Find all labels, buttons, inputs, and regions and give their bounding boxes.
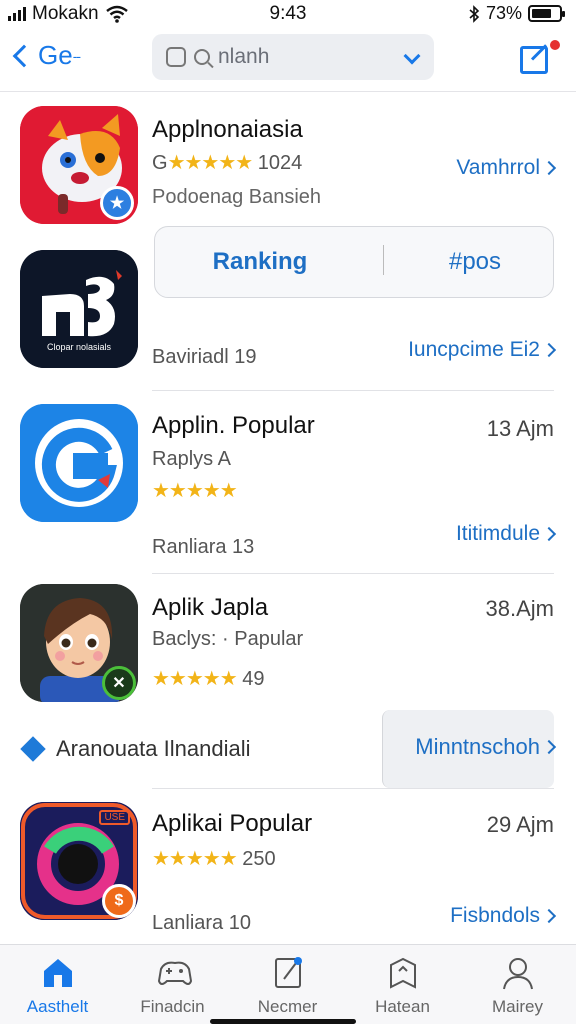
chevron-right-icon [541, 908, 557, 924]
app-icon-avatar[interactable]: ✕ [20, 584, 138, 702]
app-meta: Raplys A [152, 448, 231, 470]
banner-text: Aranouata Ilnandiali [56, 736, 251, 761]
tab-games[interactable]: Finadcin [115, 951, 230, 1021]
nav-bar: Ge ‑‑ nlanh [0, 30, 576, 92]
segment-ranking[interactable]: Ranking [165, 227, 355, 297]
action-label: Ititimdule [455, 522, 540, 545]
action-label: Iuncpcime Ei2 [408, 338, 540, 361]
app-time: 38.Ajm [485, 596, 554, 621]
app-title[interactable]: Applnonaiasia [152, 116, 303, 144]
action-label: Vamhrrol [456, 156, 540, 179]
chevron-right-icon [541, 160, 557, 176]
back-label: Ge [38, 40, 73, 70]
star-rating-icon: ★★★★★ [152, 848, 238, 870]
tab-tags[interactable]: Hatean [345, 951, 460, 1021]
banner-button-label: Minntnschoh [415, 734, 540, 759]
row-divider [152, 788, 554, 789]
chevron-left-icon [12, 44, 36, 67]
tag-icon [385, 955, 421, 991]
action-label: Fisbndols [450, 904, 540, 927]
tab-label: Mairey [491, 997, 543, 1016]
tab-bar: Aasthelt Finadcin Necmer Hatean Mairey [0, 944, 576, 1024]
rating-prefix: G [152, 152, 168, 174]
compose-button[interactable] [520, 40, 560, 76]
banner-button[interactable]: Minntnschoh [415, 734, 557, 760]
home-indicator [210, 1019, 356, 1024]
app-icon-caption: Clopar nolasials [46, 342, 112, 352]
battery-fill [532, 9, 551, 18]
notification-dot [550, 40, 560, 50]
tab-documents[interactable]: Necmer [230, 951, 345, 1021]
back-ellipsis: ‑‑ [72, 47, 81, 64]
app-subtitle: Podoenag Bansieh [152, 186, 322, 208]
search-field[interactable]: nlanh [152, 34, 434, 80]
segment-separator [383, 245, 384, 275]
rating-count: 1024 [257, 152, 303, 174]
app-bottom-text: Baviriadl 19 [152, 346, 257, 368]
dollar-badge-icon: $ [102, 884, 136, 918]
document-icon [270, 955, 306, 991]
app-icon-tag: USE [99, 810, 130, 825]
app-time: 13 Ajm [486, 416, 554, 441]
tab-home[interactable]: Aasthelt [0, 951, 115, 1021]
search-icon [194, 49, 210, 65]
search-text: nlanh [218, 45, 270, 68]
home-icon [40, 955, 76, 991]
segment-pos[interactable]: #pos [395, 227, 555, 297]
star-rating-icon: ★★★★★ [152, 480, 238, 502]
rating-count: 49 [242, 668, 265, 690]
g-logo-icon [20, 404, 138, 522]
chevron-down-icon[interactable] [403, 47, 421, 65]
app-icon-ring[interactable]: USE $ [20, 802, 138, 920]
app-bottom-text: Lanliara 10 [152, 912, 251, 934]
chevron-right-icon [541, 526, 557, 542]
app-action-link[interactable]: Ititimdule [455, 522, 557, 546]
app-action-link[interactable]: Iuncpcime Ei2 [408, 338, 557, 362]
status-right: 73% [468, 3, 565, 24]
row-divider [152, 573, 554, 574]
app-action-link[interactable]: Fisbndols [450, 904, 557, 928]
diamond-icon [20, 736, 46, 762]
battery-icon [528, 5, 565, 22]
app-icon-g[interactable] [20, 404, 138, 522]
star-rating-icon: ★★★★★ [152, 668, 238, 690]
star-badge-icon: ★ [100, 186, 134, 220]
chevron-right-icon [541, 342, 557, 358]
person-icon [500, 955, 536, 991]
star-rating-icon: ★★★★★ [167, 152, 254, 174]
gamepad-icon [155, 955, 192, 991]
promo-banner: Aranouata Ilnandiali Minntnschoh [0, 710, 576, 788]
status-bar: Mokakn 9:43 73% [0, 0, 576, 28]
app-time: 29 Ajm [486, 812, 554, 837]
app-meta: Baclys: · Papular [152, 628, 304, 650]
app-title[interactable]: Applin. Popular [152, 412, 315, 440]
app-icon-logo[interactable]: Clopar nolasials [20, 250, 138, 368]
bluetooth-icon [469, 4, 480, 23]
app-action-link[interactable]: Vamhrrol [456, 156, 557, 180]
rating-count: 250 [242, 848, 276, 870]
app-icon-cat[interactable]: ★ [20, 106, 138, 224]
app-bottom-text: Ranliara 13 [152, 536, 255, 558]
app-rating: ★★★★★ [152, 478, 238, 503]
row-divider [152, 390, 554, 391]
back-button[interactable]: Ge ‑‑ [10, 40, 81, 71]
chevron-right-icon [541, 739, 557, 755]
battery-percent: 73% [485, 3, 522, 23]
tab-label: Finadcin [140, 997, 205, 1016]
app-icon [166, 47, 186, 67]
tab-profile[interactable]: Mairey [460, 951, 575, 1021]
compose-icon [520, 46, 548, 74]
tab-label: Necmer [257, 997, 318, 1016]
app-rating: ★★★★★ 250 [152, 846, 276, 871]
tab-label: Aasthelt [26, 997, 89, 1016]
segmented-control: Ranking #pos [154, 226, 554, 298]
app-title[interactable]: Aplik Japla [152, 594, 268, 622]
app-rating: G★★★★★ 1024 [152, 150, 302, 175]
app-rating: ★★★★★ 49 [152, 666, 264, 691]
game-badge-icon: ✕ [102, 666, 136, 700]
tab-label: Hatean [375, 997, 430, 1016]
app-title[interactable]: Aplikai Popular [152, 810, 312, 838]
